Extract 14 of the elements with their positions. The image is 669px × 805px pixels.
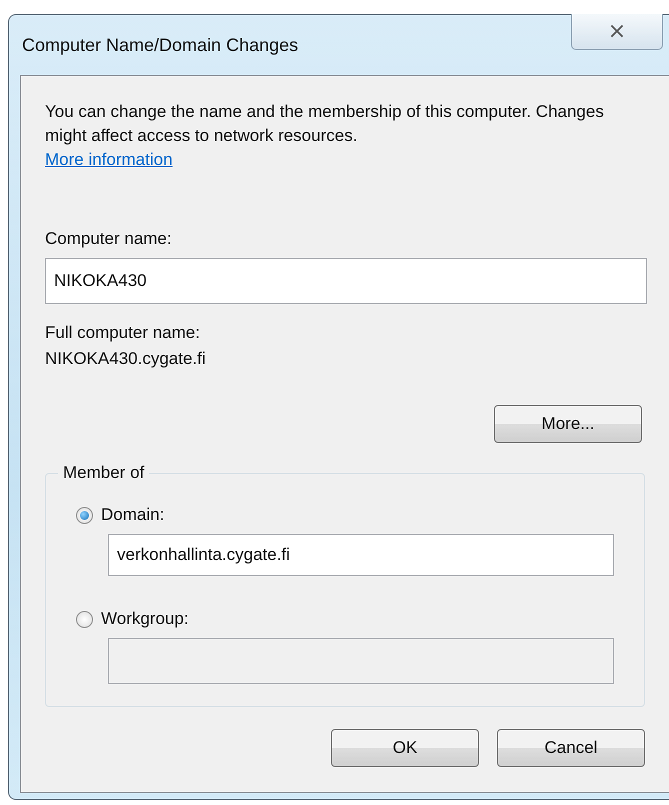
radio-label[interactable]: Domain: (101, 505, 164, 525)
full-computer-name-value: NIKOKA430.cygate.fi (45, 348, 207, 370)
more-information-link[interactable]: More information (45, 148, 173, 172)
radio-button[interactable] (76, 506, 93, 524)
computer-name-label: Computer name: (45, 228, 173, 250)
window-title: Computer Name/Domain Changes (21, 34, 298, 56)
description-text: You can change the name and the membership of this computer. Changes might affect access to network resources. (45, 101, 605, 147)
cancel-button[interactable]: Cancel (497, 729, 645, 767)
full-computer-name-label: Full computer name: (45, 322, 201, 344)
computer-name-field[interactable]: NIKOKA430 (45, 258, 647, 304)
ok-button[interactable]: OK (331, 729, 479, 767)
close-button[interactable]: ⨯ (571, 14, 663, 50)
more-button[interactable]: More... (494, 405, 642, 443)
domain-field[interactable]: verkonhallinta.cygate.fi (108, 534, 614, 576)
